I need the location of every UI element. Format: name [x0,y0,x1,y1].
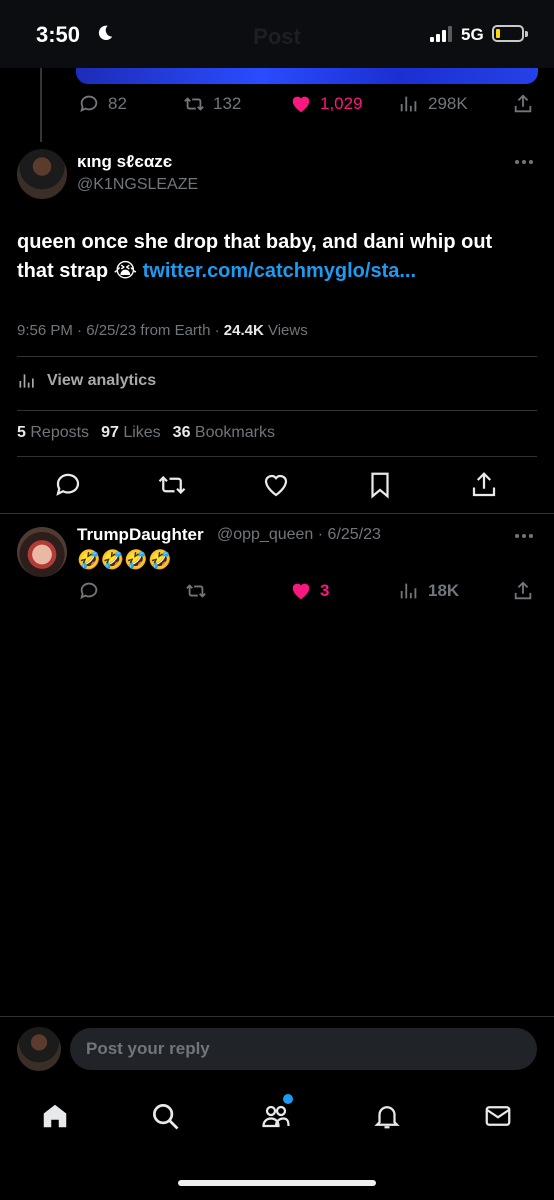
repost-icon [184,97,204,111]
reply-share-button[interactable] [512,580,534,602]
reply-icon [56,473,80,496]
reply-repost-button[interactable] [185,580,207,602]
repost-icon [158,475,186,495]
reply-views-count: 18K [428,581,460,600]
notification-dot [283,1094,293,1104]
signal-icon [430,26,452,42]
nav-home[interactable] [40,1101,70,1131]
nav-notifications[interactable] [372,1101,402,1131]
divider [17,456,537,457]
bookmarks-link[interactable]: 36 Bookmarks [173,424,275,442]
reply-like-button[interactable]: 3 [290,580,329,602]
divider [17,410,537,411]
communities-icon [262,1105,290,1128]
reply-views-button[interactable]: 18K [398,580,459,602]
prev-repost-button[interactable]: 132 [183,93,241,115]
repost-button[interactable] [157,470,187,500]
nav-messages[interactable] [483,1101,513,1131]
views-icon [400,583,417,599]
reply-author-avatar[interactable] [17,527,67,577]
home-icon [43,1104,67,1128]
prev-reply-button[interactable]: 82 [78,93,127,115]
views-icon [400,96,417,112]
like-icon [264,474,288,497]
messages-icon [485,1106,511,1126]
reposts-label: Reposts [30,424,90,441]
divider [0,513,554,514]
thread-line [40,68,42,142]
battery-icon [492,25,528,42]
reply-button[interactable] [53,470,83,500]
reply-icon [80,582,98,600]
reply-reply-button[interactable] [78,580,100,602]
post-text: queen once she drop that baby, and dani … [17,228,527,286]
analytics-icon [19,374,34,388]
view-analytics-button[interactable]: View analytics [17,371,156,391]
home-indicator [178,1180,376,1186]
like-button[interactable] [261,470,291,500]
bookmarks-count: 36 [172,424,191,441]
prev-repost-count: 132 [213,94,242,113]
likes-label: Likes [123,424,161,441]
share-icon [514,94,532,113]
repost-icon [186,584,206,598]
bookmark-button[interactable] [365,470,395,500]
notifications-icon [374,1106,400,1129]
author-name[interactable]: ĸιng ѕℓєαzє [77,152,172,172]
likes-link[interactable]: 97 Likes [101,424,161,442]
post-timestamp: 9:56 PM · 6/25/23 from Earth · [17,322,224,339]
status-time: 3:50 [36,22,81,47]
reply-like-count: 3 [320,581,330,600]
reply-text: 🤣🤣🤣🤣 [77,550,172,571]
author-avatar[interactable] [17,149,67,199]
like-icon [292,583,310,600]
more-icon[interactable] [514,533,534,539]
share-icon [472,472,496,497]
reply-author-handle[interactable]: @opp_queen · 6/25/23 [217,526,381,544]
reply-author-name[interactable]: TrumpDaughter [77,525,204,545]
nav-communities[interactable] [261,1101,291,1131]
moon-icon [98,25,113,41]
post-views-label: Views [263,322,308,339]
post-views-count: 24.4K [223,322,264,339]
share-button[interactable] [469,470,499,500]
bookmark-icon [371,472,389,499]
post-meta: 9:56 PM · 6/25/23 from Earth · 24.4K Vie… [17,322,308,339]
status-bar: Post 3:50 5G [0,0,554,68]
more-icon[interactable] [514,159,534,165]
nav-search[interactable] [150,1101,180,1131]
likes-count: 97 [101,424,119,441]
reply-icon [80,95,98,113]
search-icon [153,1104,179,1130]
reposts-count: 5 [17,424,26,441]
prev-reply-count: 82 [108,94,127,113]
view-analytics-label: View analytics [47,372,157,389]
bookmarks-label: Bookmarks [194,424,275,441]
divider [0,1016,554,1017]
prev-share-button[interactable] [512,93,534,115]
like-icon [292,96,310,113]
author-handle[interactable]: @K1NGSLEAZE [77,176,198,194]
reply-input[interactable]: Post your reply [70,1028,537,1070]
reposts-link[interactable]: 5 Reposts [17,424,89,442]
prev-views-button[interactable]: 298K [398,93,468,115]
share-icon [514,581,532,600]
prev-like-count: 1,029 [320,94,363,113]
post-link[interactable]: twitter.com/catchmyglo/sta... [143,260,416,282]
engagement-counts: 5 Reposts 97 Likes 36 Bookmarks [17,424,275,442]
prev-views-count: 298K [428,94,468,113]
composer-avatar [17,1027,61,1071]
prev-like-button[interactable]: 1,029 [290,93,363,115]
network-label: 5G [461,25,484,44]
divider [17,356,537,357]
